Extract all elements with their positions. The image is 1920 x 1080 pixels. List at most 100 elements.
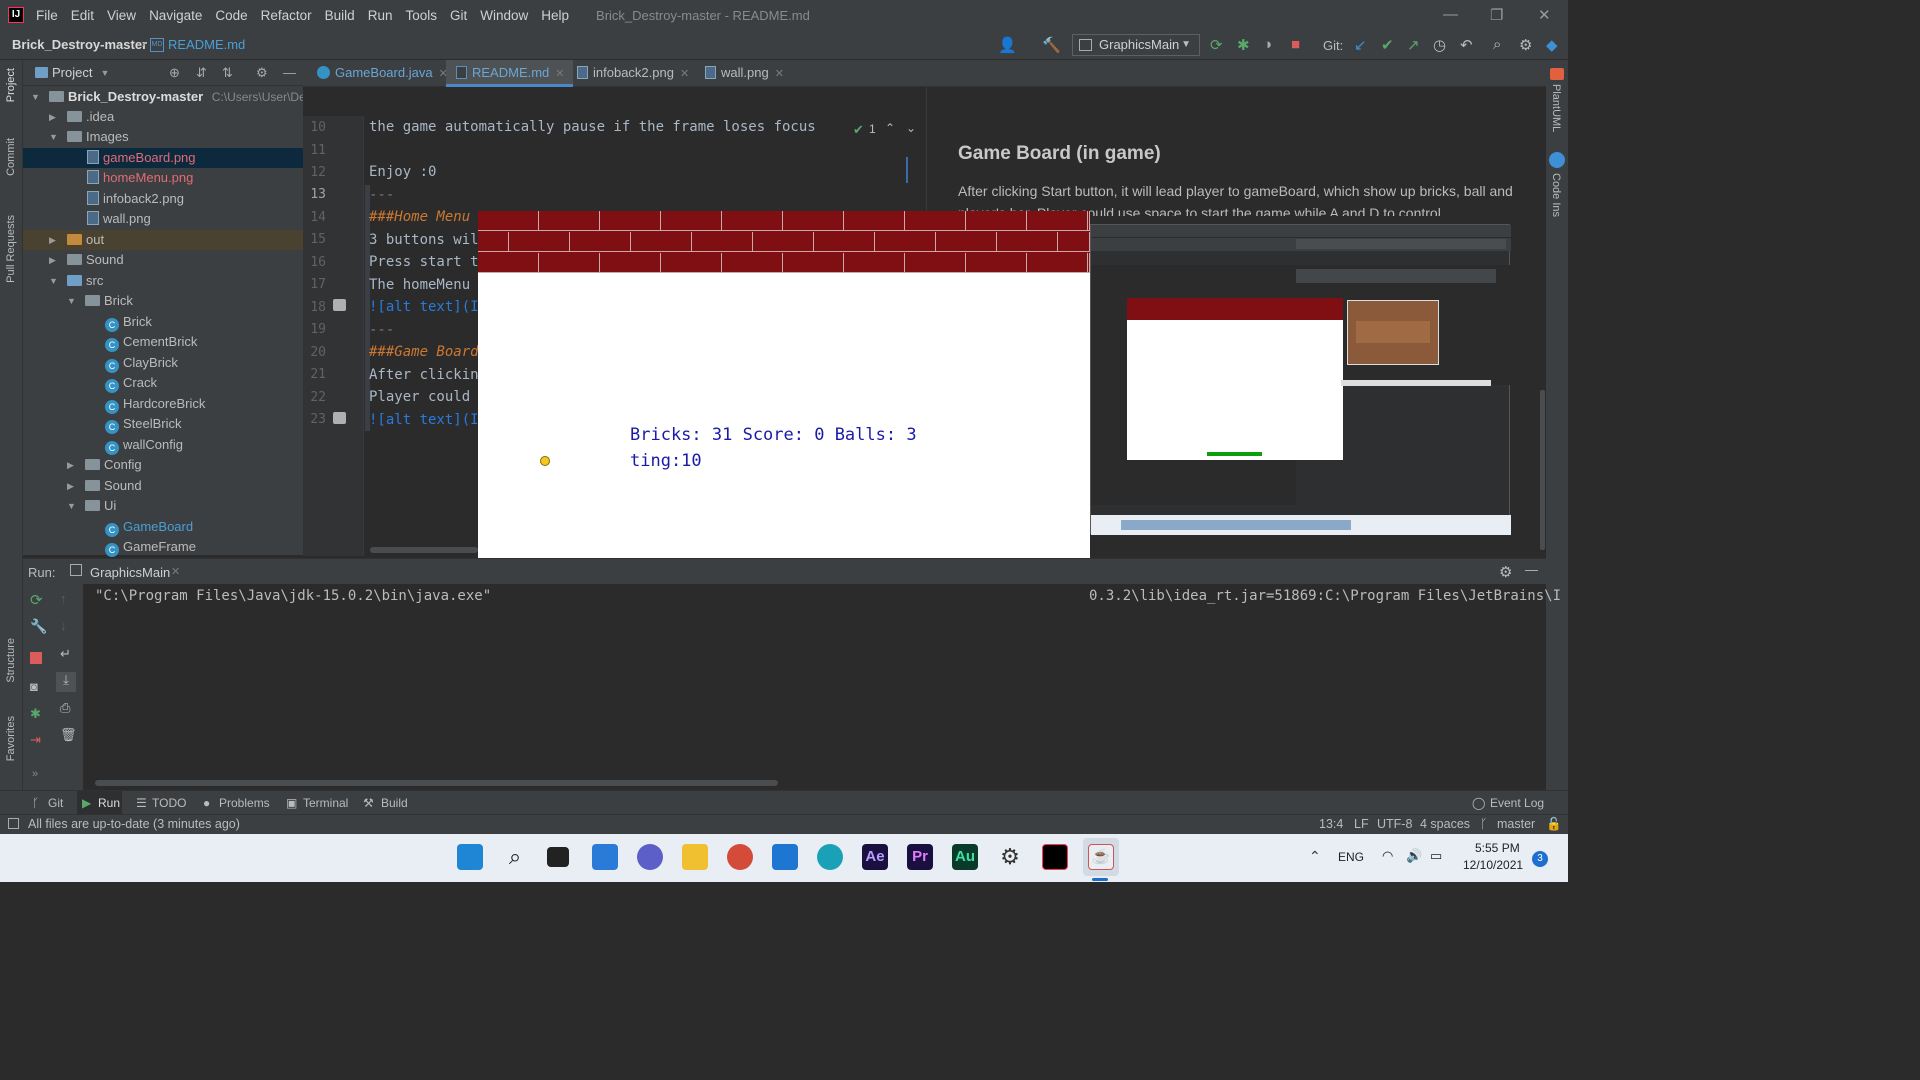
java-app-icon[interactable]: ☕	[1088, 844, 1114, 870]
chevron-down-icon[interactable]: ⌄	[906, 121, 916, 135]
git-commit-icon[interactable]: ✔	[1381, 36, 1394, 54]
search-icon[interactable]: ⌕	[1493, 36, 1501, 53]
chevron-up-icon[interactable]: ⌃	[1309, 848, 1321, 865]
close-tab-icon[interactable]: ✕	[775, 68, 784, 80]
chat-icon[interactable]	[637, 844, 663, 870]
print-icon[interactable]: ⎙	[60, 700, 70, 716]
git-branch[interactable]: master	[1497, 817, 1535, 831]
hide-panel-icon[interactable]: —	[1525, 562, 1538, 577]
menu-edit[interactable]: Edit	[71, 8, 94, 23]
clock-time[interactable]: 5:55 PM	[1475, 841, 1520, 855]
file-explorer-icon[interactable]	[682, 844, 708, 870]
jetbrains-toolbox-icon[interactable]: ◆	[1546, 36, 1558, 54]
minimize-icon[interactable]: —	[1443, 6, 1458, 23]
wrench-icon[interactable]: 🔧	[30, 618, 47, 635]
panel-toggle-icon[interactable]	[8, 818, 19, 829]
tree-item-infoback2-png[interactable]: infoback2.png	[23, 189, 303, 209]
scroll-to-end-icon[interactable]: ⤓	[56, 672, 76, 692]
menu-window[interactable]: Window	[480, 8, 528, 23]
collapse-all-icon[interactable]: ⇅	[222, 65, 233, 81]
gear-icon[interactable]: ⚙	[1499, 563, 1512, 581]
chevron-up-icon[interactable]: ⌃	[885, 121, 895, 135]
close-tab-icon[interactable]: ✕	[555, 68, 564, 80]
tool-build[interactable]: Build	[381, 796, 408, 810]
intellij-taskbar-icon[interactable]	[1042, 844, 1068, 870]
tree-item-wallconfig[interactable]: CwallConfig	[23, 435, 303, 455]
image-gutter-icon[interactable]	[333, 299, 346, 311]
structure-tool-button[interactable]: Structure	[5, 638, 17, 683]
tree-item-gameframe[interactable]: C GameFrame	[23, 537, 303, 557]
debug-icon[interactable]: ✱	[30, 706, 41, 722]
stop-icon[interactable]	[30, 652, 42, 664]
editor-horizontal-scrollbar[interactable]	[370, 547, 478, 553]
lock-icon[interactable]: 🔓	[1546, 817, 1562, 832]
menu-navigate[interactable]: Navigate	[149, 8, 202, 23]
coverage-icon[interactable]: ◑	[1263, 36, 1272, 53]
menu-refactor[interactable]: Refactor	[261, 8, 312, 23]
rerun-icon[interactable]: ⟳	[30, 591, 43, 609]
wifi-icon[interactable]: ◠	[1382, 848, 1393, 864]
breadcrumb-file[interactable]: README.md	[168, 37, 245, 52]
debug-icon[interactable]: ✱	[1237, 36, 1250, 54]
audition-icon[interactable]: Au	[952, 844, 978, 870]
tree-item-gameboard-png[interactable]: gameBoard.png	[23, 148, 303, 168]
code-link-line[interactable]: ![alt text](In	[369, 299, 487, 315]
project-panel-title[interactable]: Project	[52, 65, 92, 80]
tree-item-cementbrick[interactable]: C CementBrick	[23, 332, 303, 352]
tree-item-idea[interactable]: ▶ .idea	[23, 107, 303, 127]
console-horizontal-scrollbar[interactable]	[95, 780, 778, 786]
tree-item-crack[interactable]: C Crack	[23, 373, 303, 393]
tree-item-out[interactable]: ▶ out	[23, 230, 303, 250]
project-tool-button[interactable]: Project	[5, 68, 17, 102]
plantuml-tool-button[interactable]: PlantUML	[1550, 84, 1562, 132]
favorites-tool-button[interactable]: Favorites	[5, 716, 17, 761]
search-icon[interactable]: ⌕	[502, 844, 528, 870]
menu-view[interactable]: View	[107, 8, 136, 23]
close-window-icon[interactable]: ✕	[1538, 6, 1551, 24]
close-tab-icon[interactable]: ✕	[171, 565, 180, 578]
stop-icon[interactable]: ■	[1291, 36, 1300, 53]
tree-item-homemenu-png[interactable]: homeMenu.png	[23, 168, 303, 188]
expand-all-icon[interactable]: ⇵	[196, 65, 207, 81]
menu-code[interactable]: Code	[215, 8, 247, 23]
task-view-icon[interactable]	[547, 847, 569, 867]
tree-root[interactable]: ▼ Brick_Destroy-master C:\Users\User\Des…	[23, 87, 321, 107]
tool-git[interactable]: Git	[48, 796, 63, 810]
tab-infoback2-png[interactable]: infoback2.png ✕	[567, 60, 697, 87]
rerun-icon[interactable]: ⟳	[1210, 36, 1223, 54]
chrome-icon[interactable]	[727, 844, 753, 870]
indent-setting[interactable]: 4 spaces	[1420, 817, 1470, 831]
code-insight-tool-button[interactable]: Code Ins	[1550, 173, 1562, 217]
premiere-icon[interactable]: Pr	[907, 844, 933, 870]
mail-icon[interactable]	[772, 844, 798, 870]
tree-item-config[interactable]: ▶ Config	[23, 455, 303, 475]
tool-todo[interactable]: TODO	[152, 796, 186, 810]
rollback-icon[interactable]: ↶	[1460, 36, 1473, 54]
settings-icon[interactable]: ⚙	[997, 844, 1023, 870]
notification-badge[interactable]: 3	[1532, 851, 1548, 867]
camera-icon[interactable]: ◙	[30, 679, 38, 694]
edge-icon[interactable]	[817, 844, 843, 870]
menu-git[interactable]: Git	[450, 8, 467, 23]
line-separator[interactable]: LF	[1354, 817, 1369, 831]
tree-item-brick-class[interactable]: C Brick	[23, 312, 303, 332]
menu-help[interactable]: Help	[541, 8, 569, 23]
code-link-line[interactable]: ![alt text](In	[369, 412, 487, 428]
run-configuration-select[interactable]: GraphicsMain ▼	[1072, 34, 1200, 56]
input-language[interactable]: ENG	[1338, 850, 1364, 864]
tab-wall-png[interactable]: wall.png ✕	[695, 60, 792, 87]
inspection-count[interactable]: 1	[869, 122, 876, 136]
tool-event-log[interactable]: Event Log	[1490, 796, 1544, 810]
run-tab[interactable]: GraphicsMain	[90, 565, 170, 580]
git-update-icon[interactable]: ↙	[1354, 36, 1367, 54]
tool-problems[interactable]: Problems	[219, 796, 270, 810]
close-tab-icon[interactable]: ✕	[680, 68, 689, 80]
commit-tool-button[interactable]: Commit	[5, 138, 17, 176]
gear-icon[interactable]: ⚙	[256, 65, 268, 81]
locate-icon[interactable]: ⊕	[169, 65, 180, 81]
tree-item-ui[interactable]: ▼ Ui	[23, 496, 303, 516]
user-icon[interactable]: 👤	[998, 36, 1017, 54]
restore-icon[interactable]: ❐	[1490, 6, 1503, 24]
tree-item-wall-png[interactable]: wall.png	[23, 209, 303, 229]
more-icon[interactable]: »	[32, 768, 38, 780]
